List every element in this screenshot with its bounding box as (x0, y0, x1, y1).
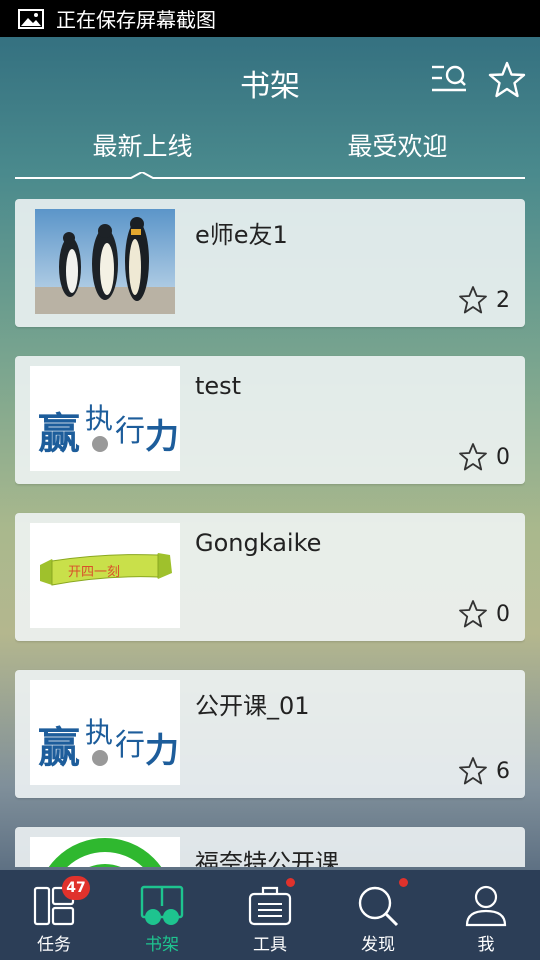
nav-tasks[interactable]: 47 任务 (0, 870, 108, 960)
notification-badge: 47 (62, 876, 90, 900)
tab-newest[interactable]: 最新上线 (15, 120, 270, 170)
nav-discover[interactable]: 发现 (324, 870, 432, 960)
yingzhixingli-logo: 赢 执 行 力 (30, 680, 180, 785)
notification-dot (286, 878, 295, 887)
favorite-count[interactable]: 2 (458, 285, 510, 315)
user-icon (465, 885, 507, 927)
penguins-image (35, 209, 175, 314)
svg-text:力: 力 (145, 417, 179, 457)
favorite-count[interactable]: 0 (458, 599, 510, 629)
book-card[interactable]: 赢 执 行 力 公开课_01 6 (15, 670, 525, 798)
favorite-count[interactable]: 0 (458, 442, 510, 472)
nav-tools[interactable]: 工具 (216, 870, 324, 960)
discover-search-icon (358, 886, 399, 927)
nav-label: 我 (477, 935, 495, 955)
book-card[interactable]: e师e友1 2 (15, 199, 525, 327)
star-outline-icon (459, 600, 487, 628)
green-circle-logo (30, 837, 180, 867)
nav-me[interactable]: 我 (432, 870, 540, 960)
status-bar: 正在保存屏幕截图 (0, 0, 540, 37)
svg-text:行: 行 (115, 728, 145, 763)
image-icon (18, 8, 44, 29)
tab-bar: 最新上线 最受欢迎 (15, 120, 525, 179)
svg-text:执: 执 (85, 716, 113, 749)
book-title: Gongkaike (195, 529, 322, 557)
book-card[interactable]: 开四一刻 Gongkaike 0 (15, 513, 525, 641)
star-outline-icon (459, 286, 487, 314)
star-icon[interactable] (488, 61, 526, 99)
svg-text:行: 行 (115, 414, 145, 449)
tab-indicator (15, 172, 525, 179)
nav-label: 任务 (37, 935, 71, 955)
bookshelf-icon (140, 885, 184, 925)
star-outline-icon (459, 443, 487, 471)
svg-text:力: 力 (145, 731, 179, 771)
favorite-count[interactable]: 6 (458, 756, 510, 786)
book-title: e师e友1 (195, 221, 288, 249)
book-title: test (195, 372, 242, 400)
search-list-icon[interactable] (430, 63, 468, 97)
nav-label: 书架 (145, 935, 179, 955)
banner-logo: 开四一刻 (30, 523, 180, 628)
nav-label: 工具 (253, 935, 287, 955)
book-card[interactable]: 福奈特公开课 (15, 827, 525, 867)
yingzhixingli-logo: 赢 执 行 力 (30, 366, 180, 471)
favorite-number: 2 (496, 287, 510, 313)
header: 书架 (0, 37, 540, 123)
book-title: 公开课_01 (195, 692, 310, 720)
svg-text:赢: 赢 (38, 409, 80, 458)
book-list: e师e友1 2 赢 执 行 力 test 0 开四一刻 Gongkaike 0 … (15, 199, 525, 867)
svg-text:赢: 赢 (38, 723, 80, 772)
svg-text:执: 执 (85, 402, 113, 435)
favorite-number: 6 (496, 758, 510, 784)
nav-label: 发现 (361, 935, 395, 955)
toolbox-icon (248, 886, 292, 926)
book-title: 福奈特公开课 (195, 849, 339, 867)
favorite-number: 0 (496, 444, 510, 470)
bottom-nav: 47 任务 书架 工具 发现 我 (0, 870, 540, 960)
tab-popular[interactable]: 最受欢迎 (270, 120, 525, 170)
favorite-number: 0 (496, 601, 510, 627)
star-outline-icon (459, 757, 487, 785)
status-text: 正在保存屏幕截图 (56, 8, 216, 32)
svg-text:开四一刻: 开四一刻 (68, 565, 120, 580)
book-card[interactable]: 赢 执 行 力 test 0 (15, 356, 525, 484)
notification-dot (399, 878, 408, 887)
nav-bookshelf[interactable]: 书架 (108, 870, 216, 960)
